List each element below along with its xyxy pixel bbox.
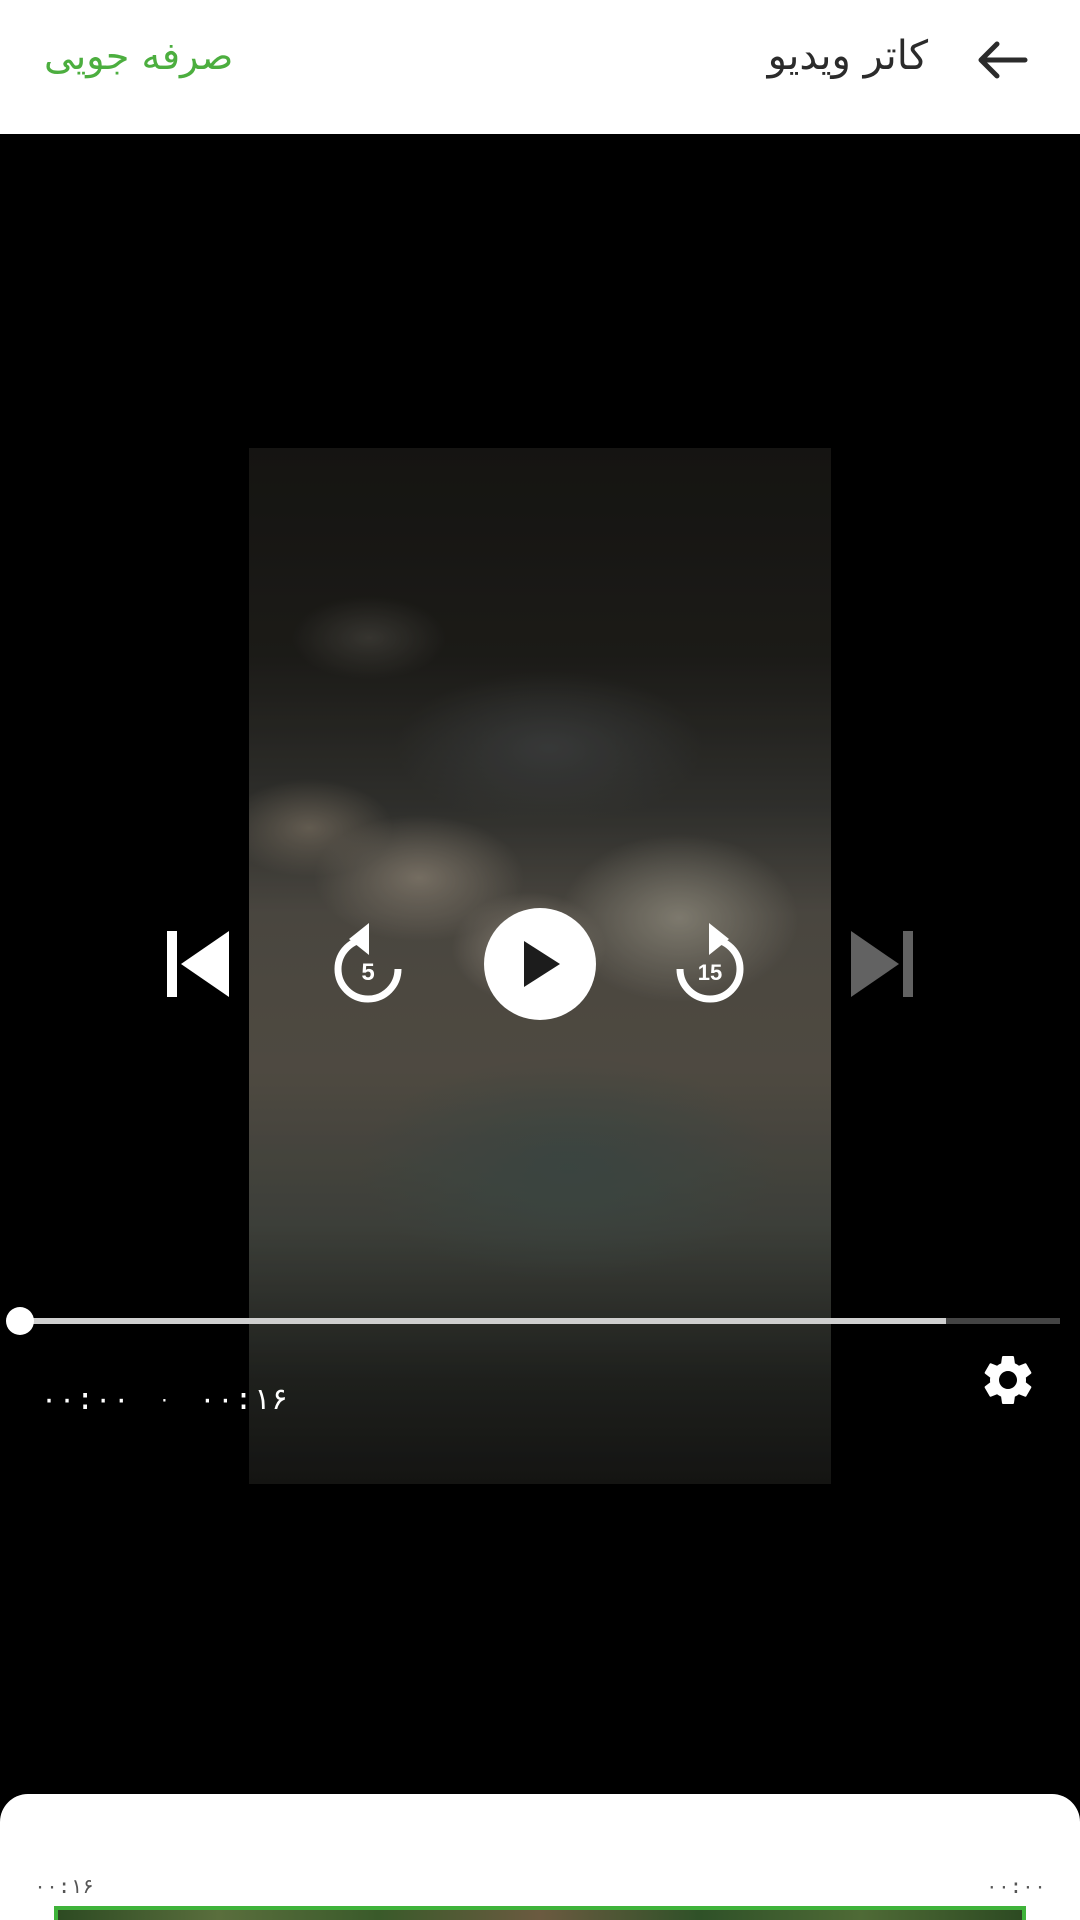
- page-title: کاتر ویدیو: [767, 33, 928, 79]
- filmstrip-timeline[interactable]: [54, 1906, 1026, 1920]
- seek-bar[interactable]: [6, 1307, 1060, 1335]
- forward-button[interactable]: 15: [670, 904, 750, 1024]
- replay-5-icon: 5: [334, 923, 402, 1003]
- rewind-button[interactable]: 5: [328, 904, 408, 1024]
- rewind-seconds-label: 5: [361, 959, 374, 986]
- save-button[interactable]: صرفه جویی: [44, 26, 233, 86]
- app-bar: کاتر ویدیو صرفه جویی: [0, 0, 1080, 134]
- playback-controls: 5 15: [0, 904, 1080, 1024]
- skip-next-button[interactable]: [842, 904, 922, 1024]
- settings-gear-icon: [984, 1355, 1032, 1404]
- skip-previous-button[interactable]: [158, 904, 238, 1024]
- buffered-range: [20, 1318, 946, 1324]
- play-button[interactable]: [484, 908, 596, 1020]
- seek-thumb[interactable]: [6, 1307, 34, 1335]
- trim-end-time: ۰۰:۰۰: [985, 1874, 1046, 1898]
- current-time: ۰۰:۰۰: [40, 1381, 131, 1417]
- time-display: ۰۰:۰۰ ۰ ۰۰:۱۶: [40, 1374, 289, 1424]
- time-separator: ۰: [158, 1387, 171, 1411]
- arrow-left-icon: [978, 41, 1028, 79]
- duration-time: ۰۰:۱۶: [198, 1381, 289, 1417]
- skip-previous-icon: [167, 931, 229, 997]
- trim-start-time: ۰۰:۱۶: [34, 1874, 95, 1898]
- play-icon: [524, 941, 560, 987]
- skip-next-icon: [851, 931, 913, 997]
- video-player[interactable]: 5 15 ۰۰:۰۰ ۰ ۰۰:۱۶: [0, 134, 1080, 1794]
- forward-15-icon: 15: [676, 923, 744, 1003]
- trim-panel: ۰۰:۱۶ ۰۰:۰۰: [0, 1794, 1080, 1920]
- back-button[interactable]: [960, 18, 1044, 102]
- settings-button[interactable]: [972, 1344, 1044, 1416]
- forward-seconds-label: 15: [698, 960, 722, 985]
